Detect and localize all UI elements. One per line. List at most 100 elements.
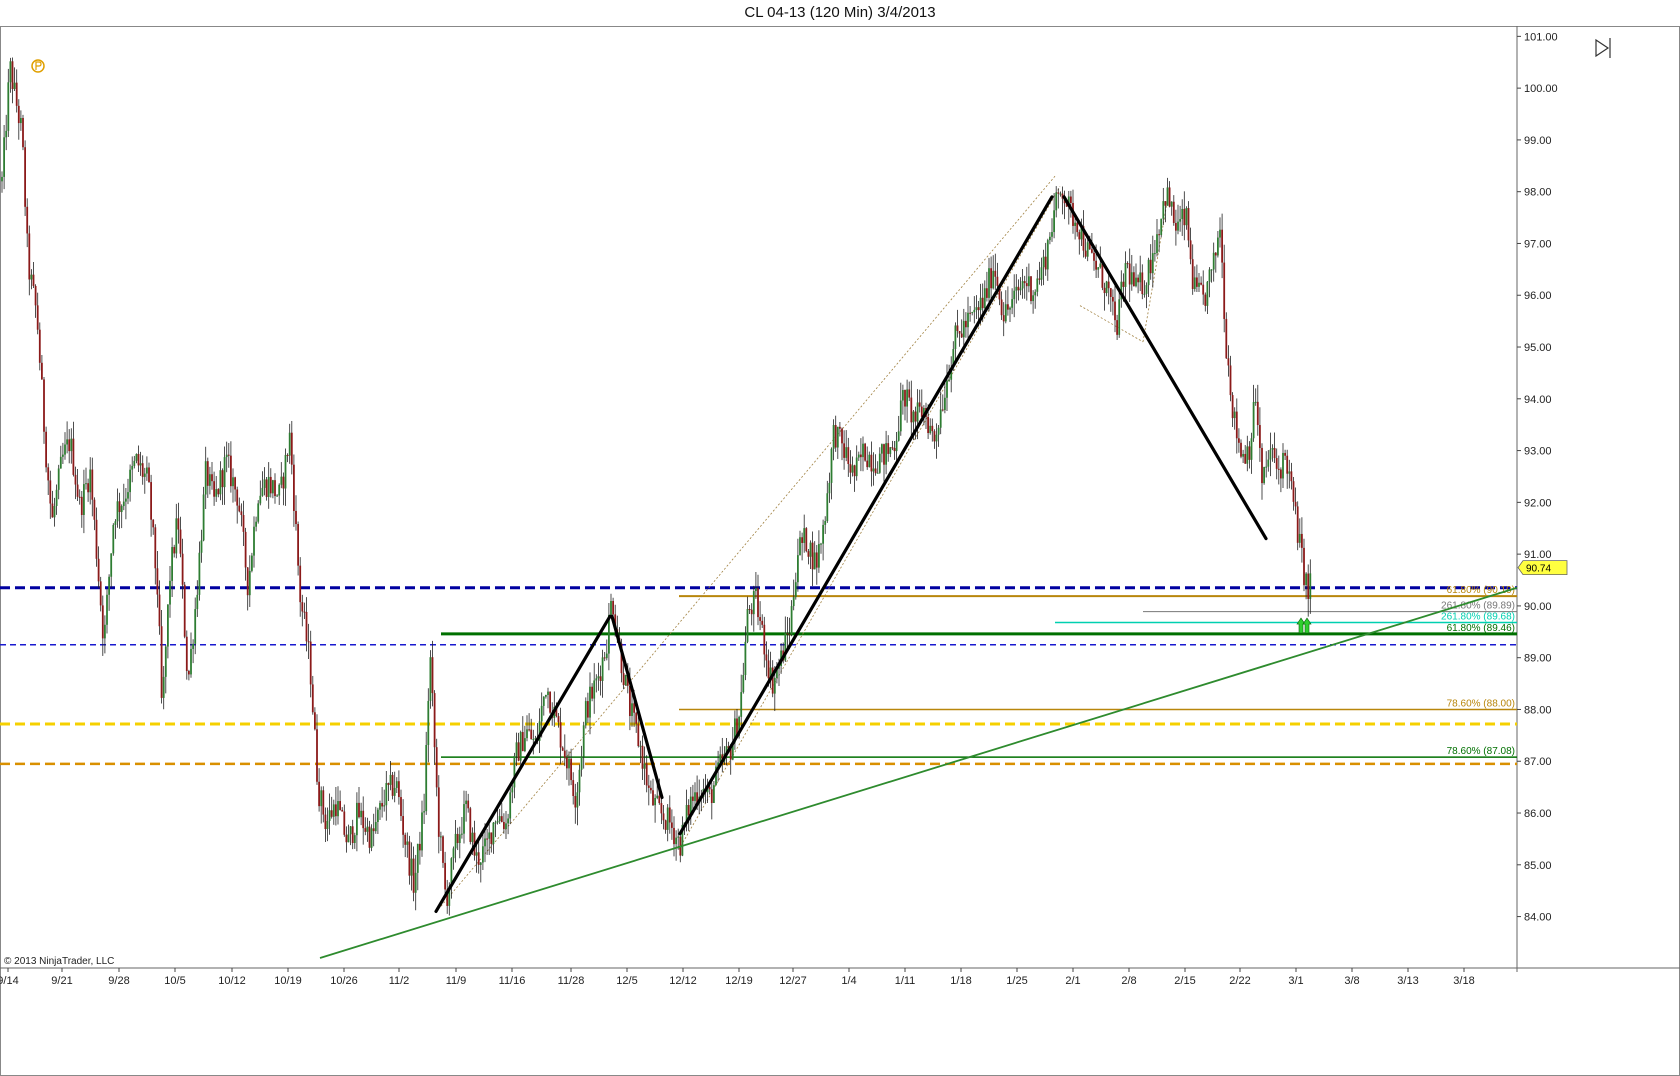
candle-body	[85, 483, 87, 485]
candle-body	[1309, 573, 1312, 599]
candle-body	[314, 712, 316, 730]
candle-body	[593, 680, 596, 699]
candle-body	[668, 807, 671, 823]
candle-body	[257, 503, 260, 522]
candle-body	[996, 276, 999, 286]
candle-body	[328, 810, 331, 821]
candle-body	[1225, 318, 1228, 359]
candle-body	[889, 447, 892, 454]
fib-cyan-261-label: 261.80% (89.68)	[1441, 611, 1515, 622]
candle-body	[792, 597, 795, 607]
candle-body	[580, 756, 583, 770]
candle-body	[64, 444, 66, 455]
candle-body	[563, 750, 566, 758]
candle-body	[1055, 192, 1058, 211]
candle-body	[765, 654, 768, 661]
candle-body	[1019, 288, 1022, 291]
candle-body	[41, 362, 43, 380]
candle-body	[1214, 252, 1217, 256]
candle-body	[1296, 506, 1299, 543]
candle-body	[744, 641, 747, 676]
candle-body	[920, 406, 923, 417]
chart-frame	[0, 26, 1680, 1076]
candle-body	[503, 821, 505, 830]
candle-body	[364, 828, 367, 832]
candle-body	[154, 527, 157, 569]
candle-body	[133, 460, 136, 466]
candle-body	[234, 477, 236, 490]
candle-body	[1015, 286, 1018, 291]
candle-body	[948, 379, 950, 381]
candle-body	[1177, 221, 1179, 231]
candle-body	[542, 696, 545, 706]
candle-body	[1181, 208, 1184, 220]
candle-body	[360, 810, 362, 818]
candle-body	[1149, 259, 1152, 274]
candle-body	[645, 763, 648, 786]
candle-body	[904, 390, 906, 407]
candle-body	[1004, 304, 1007, 322]
candle-body	[1158, 234, 1160, 236]
candle-body	[505, 823, 507, 830]
candle-body	[223, 457, 226, 488]
candle-body	[515, 742, 518, 756]
candle-body	[763, 624, 766, 655]
last-price-marker: 90.74	[1517, 560, 1568, 575]
candle-body	[1288, 471, 1291, 474]
candle-body	[423, 811, 425, 813]
x-tick-label: 1/4	[841, 975, 856, 987]
candle-body	[240, 511, 243, 516]
candle-body	[202, 494, 205, 541]
candle-body	[156, 568, 159, 595]
candle-body	[530, 729, 533, 740]
candle-body	[540, 705, 543, 722]
x-tick-label: 12/5	[616, 975, 637, 987]
candle-body	[1307, 573, 1310, 599]
candle-body	[320, 790, 323, 807]
candle-body	[129, 469, 131, 493]
candle-body	[475, 852, 478, 856]
candle-body	[1147, 259, 1150, 286]
candle-body	[244, 531, 247, 568]
candle-body	[198, 552, 201, 595]
candle-body	[372, 828, 375, 832]
candle-body	[652, 790, 654, 806]
candle-body	[101, 605, 104, 639]
y-tick-label: 97.00	[1524, 238, 1552, 250]
candle-body	[253, 526, 255, 556]
candle-body	[568, 758, 570, 769]
candle-body	[1084, 250, 1087, 257]
candle-body	[330, 810, 333, 817]
candle-body	[385, 783, 388, 806]
candle-body	[857, 454, 860, 458]
candle-body	[643, 763, 646, 769]
candle-body	[131, 465, 134, 470]
candle-body	[1168, 187, 1171, 207]
price-chart[interactable]: 61.80% (90.19) 261.80% (89.89)261.80% (89…	[0, 26, 1680, 1076]
x-tick-label: 2/22	[1229, 975, 1250, 987]
candle-body	[517, 742, 520, 761]
candle-body	[269, 476, 272, 494]
candle-body	[118, 501, 121, 513]
candle-body	[217, 489, 220, 495]
candle-body	[183, 584, 186, 637]
candle-body	[51, 503, 54, 518]
candle-body	[641, 745, 644, 769]
candle-body	[45, 431, 47, 468]
candle-body	[15, 82, 18, 106]
candle-body	[855, 457, 858, 477]
x-tick-label: 2/1	[1065, 975, 1080, 987]
x-tick-label: 3/8	[1344, 975, 1359, 987]
fib-green-618-label: 61.80% (89.46)	[1447, 623, 1515, 634]
candle-body	[853, 465, 856, 477]
candle-body	[1042, 256, 1045, 268]
candle-body	[710, 789, 713, 804]
x-tick-label: 12/27	[779, 975, 807, 987]
candle-body	[601, 657, 604, 681]
candle-body	[419, 843, 421, 851]
candle-body	[309, 641, 312, 685]
candle-body	[114, 521, 117, 525]
x-tick-label: 1/11	[895, 975, 916, 987]
candle-body	[1145, 285, 1148, 294]
candle-body	[32, 274, 35, 286]
